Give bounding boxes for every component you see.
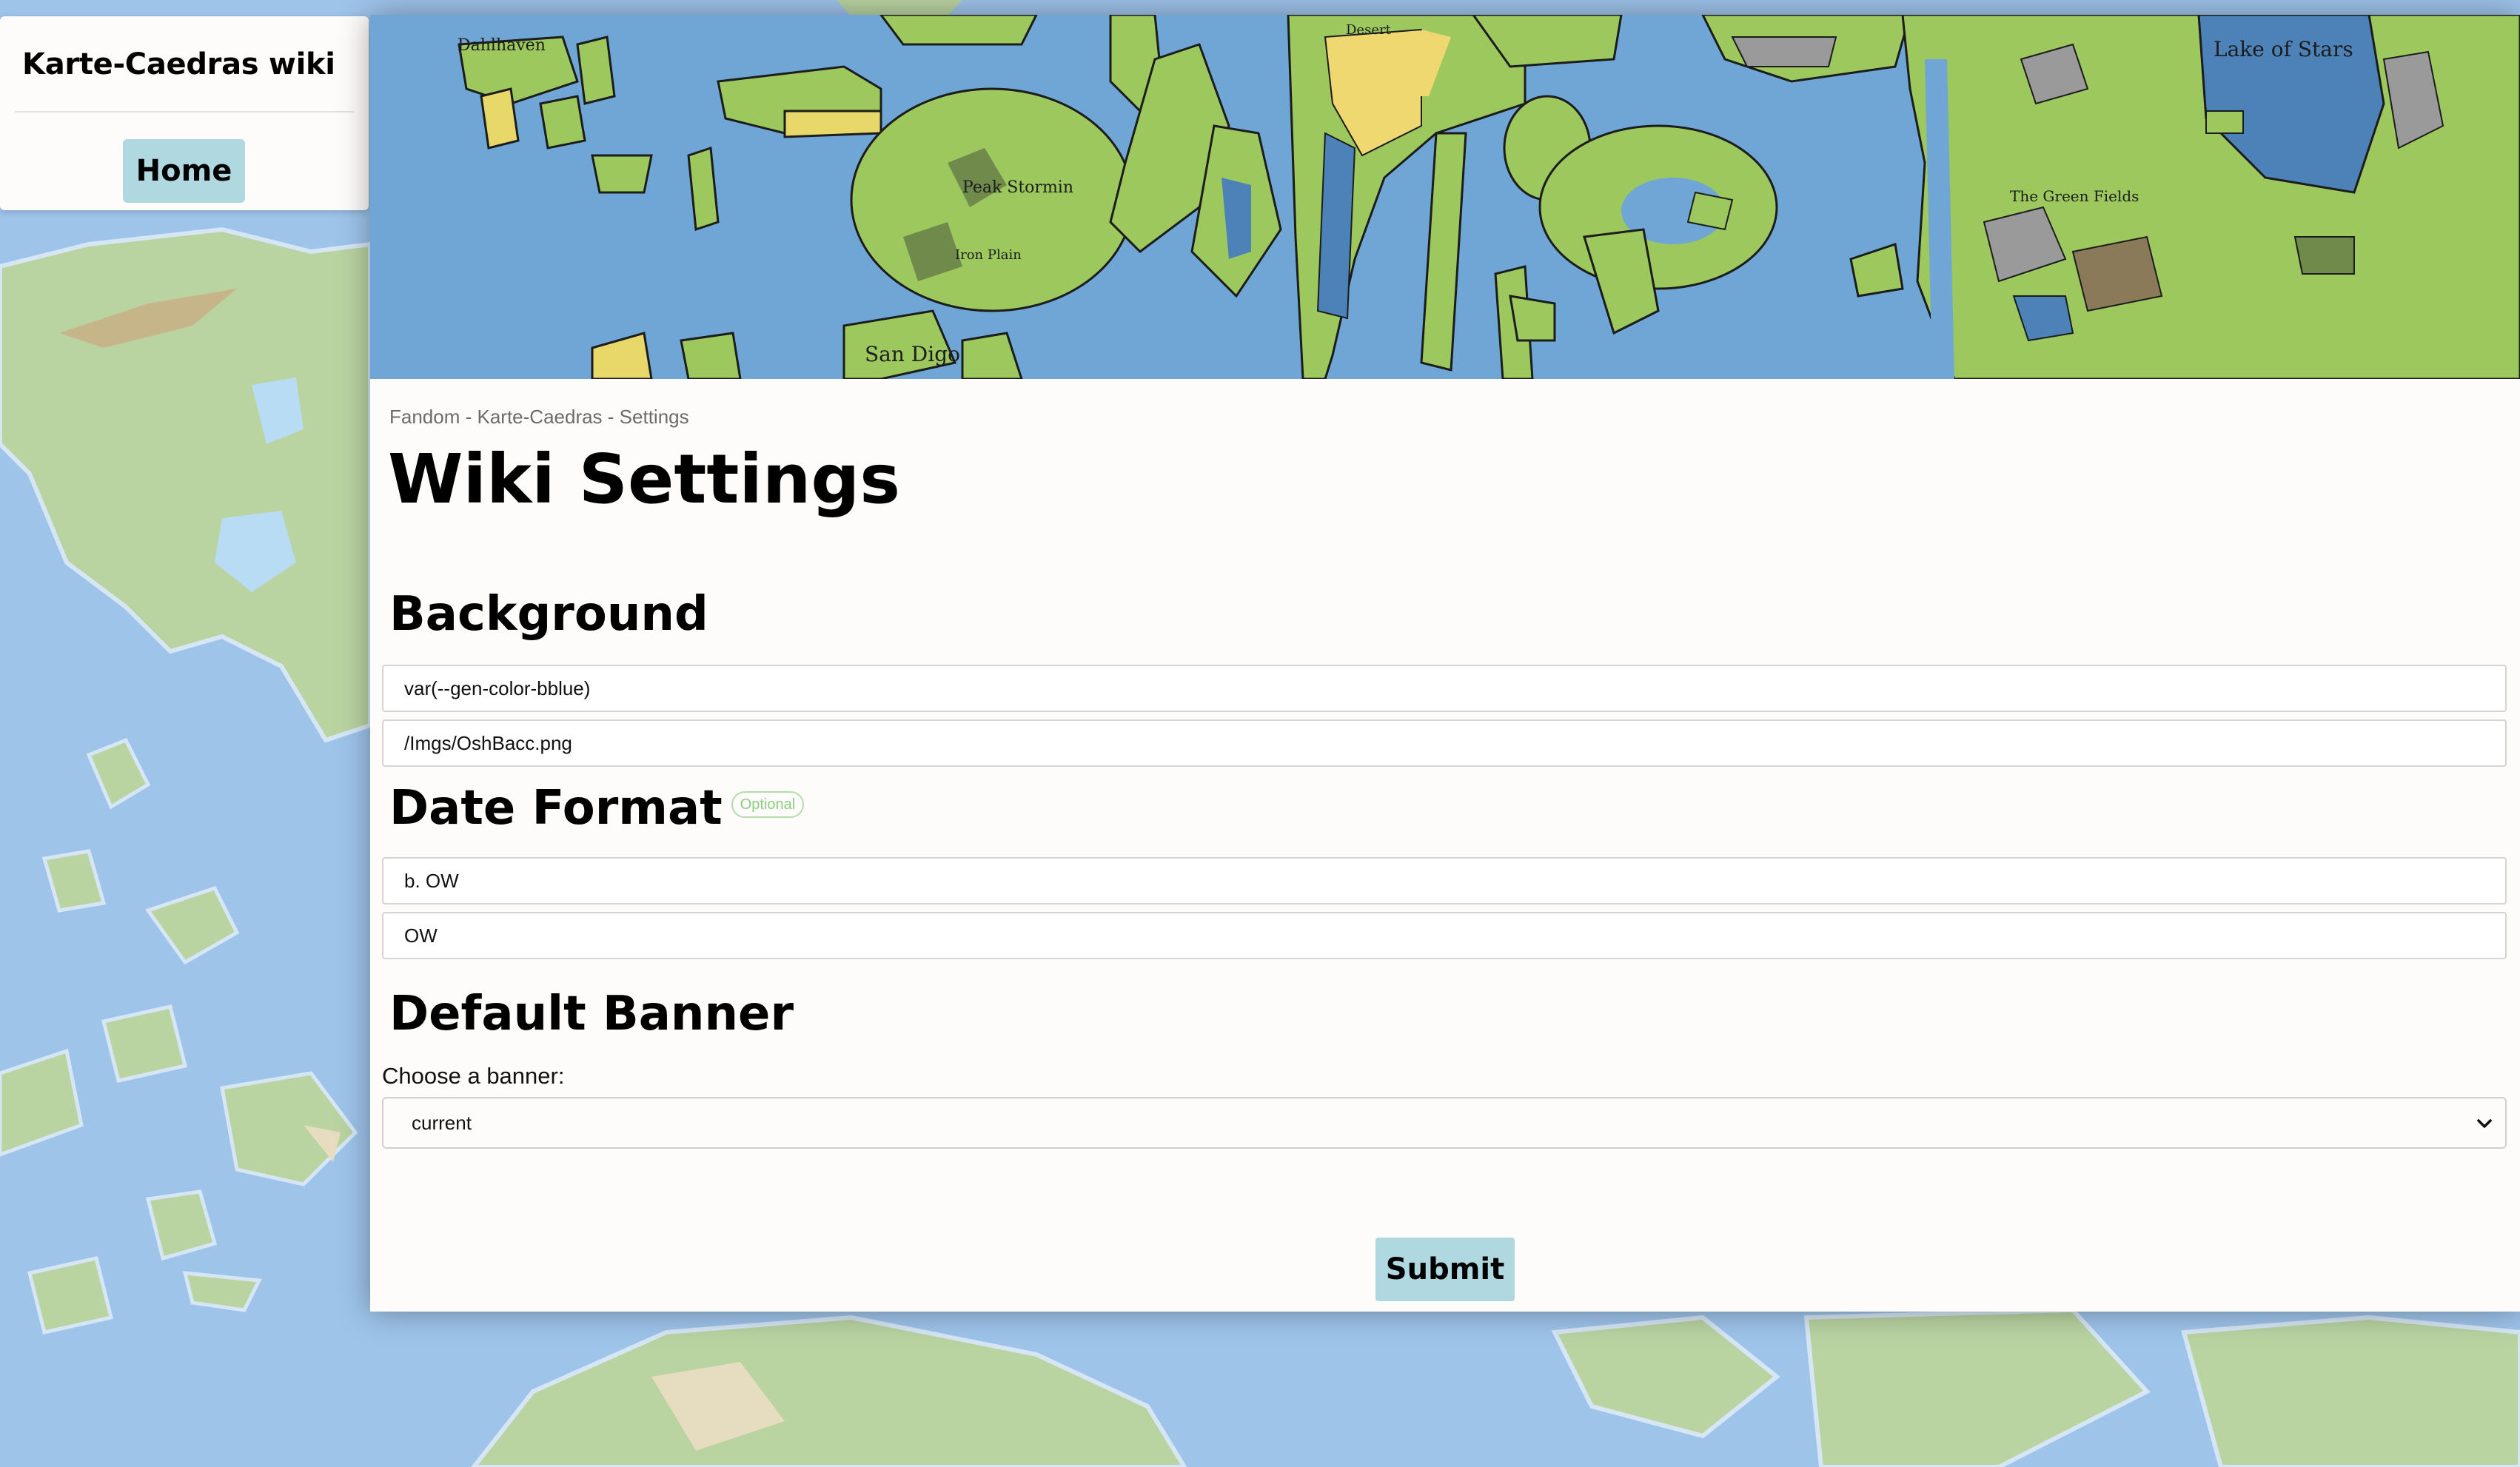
banner-label-green-fields: The Green Fields (2010, 187, 2139, 205)
banner-label-peak-stormin: Peak Stormin (962, 178, 1073, 197)
chevron-down-icon (2477, 1119, 2492, 1128)
submit-button[interactable]: Submit (1375, 1238, 1515, 1301)
banner-label-dahlhaven: Dahlhaven (458, 36, 546, 55)
banner-select-value: current (412, 1112, 472, 1134)
sidebar: Karte-Caedras wiki Home (0, 16, 369, 210)
banner-label-desert: Desert (1346, 22, 1392, 38)
banner-label-iron-plain: Iron Plain (955, 247, 1022, 263)
date-format-after-input[interactable] (382, 912, 2507, 959)
background-heading: Background (389, 587, 708, 642)
date-format-heading: Date Format Optional (389, 785, 805, 832)
default-banner-heading: Default Banner (389, 987, 794, 1041)
banner-map-image: Dahlhaven San Digo Desert Lake of Stars … (370, 15, 2520, 379)
wiki-title: Karte-Caedras wiki (22, 47, 335, 81)
banner-label-lake-of-stars: Lake of Stars (2214, 37, 2353, 61)
page-title: Wiki Settings (388, 440, 901, 519)
date-format-before-input[interactable] (382, 857, 2507, 904)
banner-label-san-digo: San Digo (865, 342, 960, 366)
banner-select[interactable]: current (382, 1097, 2507, 1149)
background-image-input[interactable] (382, 719, 2507, 767)
breadcrumb: Fandom - Karte-Caedras - Settings (389, 406, 689, 428)
background-color-input[interactable] (382, 665, 2507, 712)
sidebar-divider (15, 111, 354, 113)
home-button[interactable]: Home (123, 139, 245, 203)
banner-select-label: Choose a banner: (382, 1063, 565, 1089)
date-format-heading-text: Date Format (389, 781, 723, 836)
optional-badge: Optional (731, 791, 805, 819)
settings-panel: Dahlhaven San Digo Desert Lake of Stars … (370, 15, 2520, 1312)
